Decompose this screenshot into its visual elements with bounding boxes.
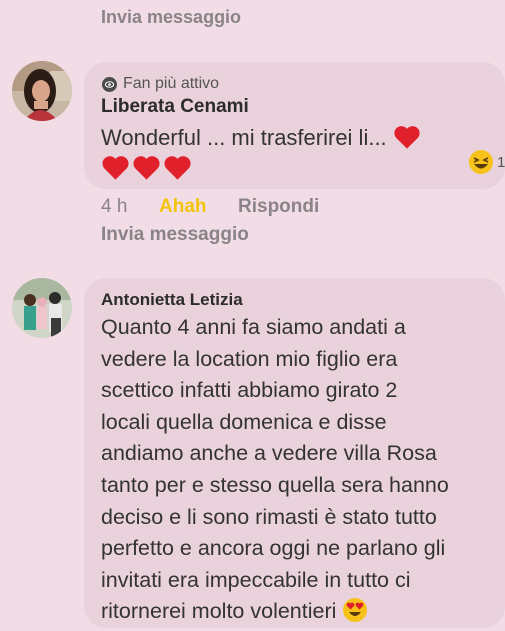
avatar-antonietta[interactable] [12,278,72,338]
comment-line: deciso e li sono rimasti è stato tutto [101,504,437,529]
comment-line: invitati era impeccabile in tutto ci [101,567,411,592]
avatar-liberata[interactable] [12,61,72,121]
comment-line: Quanto 4 anni fa siamo andati a [101,315,406,339]
send-message-link[interactable]: Invia messaggio [101,224,249,246]
heart-eyes-emoji-icon [343,598,368,623]
comment-text-1-body: Wonderful ... mi trasferirei li... [101,125,387,150]
comment-line: tanto per e stesso quella sera hanno [101,472,449,497]
comment-line: andiamo anche a vedere villa Rosa [101,441,437,466]
comment-actions-1: 4 h Ahah Rispondi [101,196,319,218]
comment-author-2[interactable]: Antonietta Letizia [101,290,243,310]
reply-button[interactable]: Rispondi [238,196,319,218]
reaction-count: 1 [497,153,505,171]
reaction-summary[interactable]: 1 [468,148,505,176]
send-message-link-top[interactable]: Invia messaggio [101,7,241,28]
red-heart-emoji-icon [133,156,160,180]
laughing-emoji-icon [469,150,493,174]
top-fan-badge: Fan più attivo [102,75,219,93]
comment-time: 4 h [101,196,128,217]
reaction-button[interactable]: Ahah [159,196,238,218]
comment-line: ritornerei molto volentieri [101,599,337,624]
red-heart-emoji-icon [394,126,420,149]
comment-line: scettico infatti abbiamo girato 2 [101,378,398,403]
red-heart-emoji-icon [164,156,191,180]
hearts-row [101,154,192,181]
comment-author-1[interactable]: Liberata Cenami [101,96,249,118]
comment-text-2: Quanto 4 anni fa siamo andati a vedere l… [101,312,449,628]
comment-line: locali quella domenica e disse [101,409,387,434]
red-heart-emoji-icon [102,156,129,180]
comment-line-last: ritornerei molto volentieri [101,596,449,628]
comment-text-1: Wonderful ... mi trasferirei li... [101,122,421,154]
comment-line: perfetto e ancora oggi ne parlano gli [101,536,446,561]
badge-label: Fan più attivo [123,75,220,92]
comment-line: vedere la location mio figlio era [101,346,398,371]
eye-icon [102,76,117,92]
